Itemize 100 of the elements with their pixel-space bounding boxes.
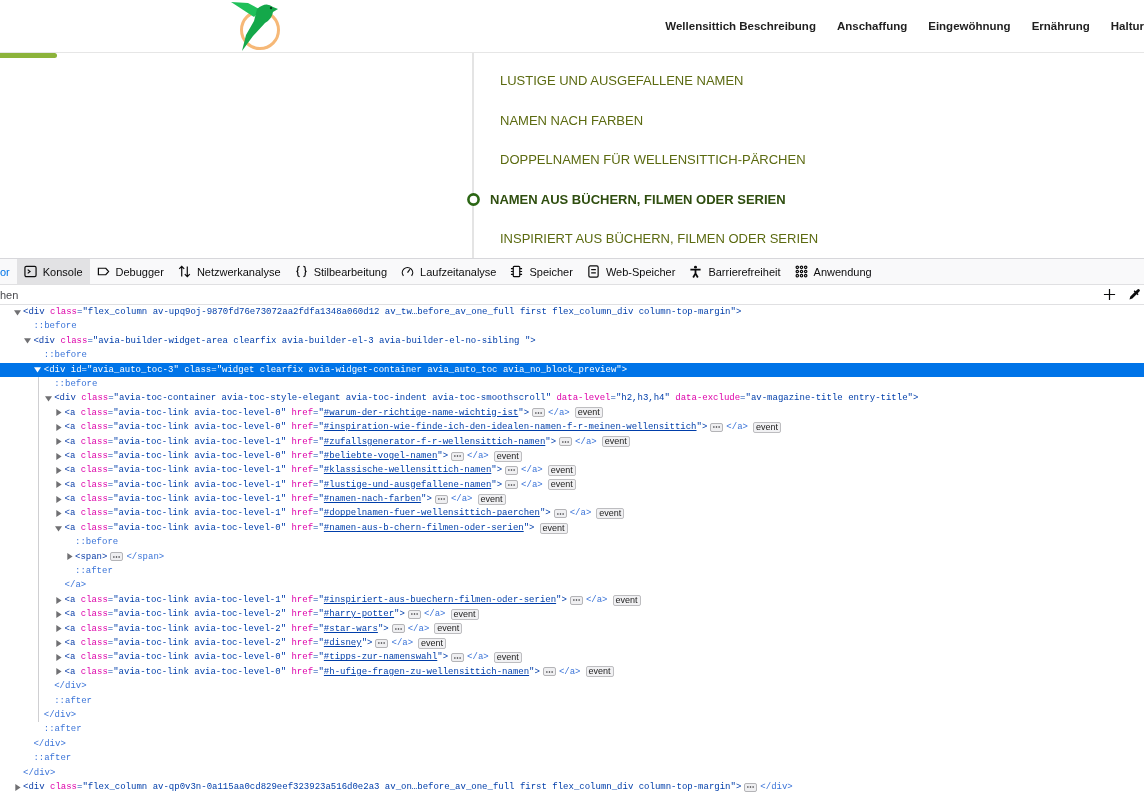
collapsed-content-button[interactable] xyxy=(532,408,546,418)
element-markup[interactable]: <a class="avia-toc-link avia-toc-level-0" href="#namen-aus-b-chern-filmen-oder-serien"> xyxy=(64,520,535,536)
toc-link[interactable]: NAMEN AUS BÜCHERN, FILMEN ODER SERIEN xyxy=(467,191,786,208)
collapsed-content-button[interactable] xyxy=(553,509,567,519)
href-link[interactable]: #namen-nach-farben xyxy=(323,492,422,507)
disclosure-triangle-icon[interactable] xyxy=(55,423,63,431)
href-link[interactable]: #beliebte-vogel-namen xyxy=(323,448,438,464)
element-markup[interactable]: <a class="avia-toc-link avia-toc-level-0" href="#beliebte-vogel-namen"> xyxy=(64,448,449,464)
pseudo-element-label[interactable]: ::after xyxy=(33,751,72,766)
search-field[interactable]: hen xyxy=(0,285,1091,304)
element-markup[interactable]: <a class="avia-toc-link avia-toc-level-2" href="#star-wars"> xyxy=(64,621,389,636)
href-link[interactable]: #star-wars xyxy=(323,621,378,636)
disclosure-triangle-icon[interactable] xyxy=(55,495,63,503)
disclosure-triangle-icon[interactable] xyxy=(55,596,63,604)
disclosure-triangle-icon[interactable] xyxy=(55,668,63,676)
disclosure-triangle-icon[interactable] xyxy=(55,524,63,532)
collapsed-content-button[interactable] xyxy=(710,422,724,432)
collapsed-content-button[interactable] xyxy=(407,609,421,619)
disclosure-triangle-icon[interactable] xyxy=(55,467,63,474)
element-markup[interactable]: <a class="avia-toc-link avia-toc-level-0" href="#warum-der-richtige-name-wichtig-ist"> xyxy=(64,405,530,421)
disclosure-triangle-icon[interactable] xyxy=(13,308,21,316)
pseudo-element-label[interactable]: ::before xyxy=(54,376,98,392)
collapsed-content-button[interactable] xyxy=(542,667,556,677)
event-badge[interactable]: event xyxy=(585,666,614,678)
element-markup[interactable]: <a class="avia-toc-link avia-toc-level-1" href="#lustige-und-ausgefallene-namen"> xyxy=(64,477,503,493)
collapsed-content-button[interactable] xyxy=(559,437,573,447)
event-badge[interactable]: event xyxy=(477,493,506,505)
devtools-tab[interactable]: Debugger xyxy=(89,259,171,284)
href-link[interactable]: #tipps-zur-namenswahl xyxy=(323,650,438,665)
element-markup[interactable]: <a class="avia-toc-link avia-toc-level-0" href="#h-ufige-fragen-zu-wellensittich-namen"> xyxy=(64,664,540,680)
element-markup[interactable]: <div class="flex_column av-upq9oj-9870fd76e73072aa2fdfa1348a060d12 av_tw…before_av_one_full first flex_column_div column-top-margin"> xyxy=(23,305,742,320)
href-link[interactable]: #inspiriert-aus-buechern-filmen-oder-serien xyxy=(323,592,557,608)
collapsed-content-button[interactable] xyxy=(505,480,519,490)
disclosure-triangle-icon[interactable] xyxy=(65,553,73,561)
disclosure-triangle-icon[interactable] xyxy=(55,481,63,489)
disclosure-triangle-icon[interactable] xyxy=(55,452,63,460)
event-badge[interactable]: event xyxy=(493,652,522,664)
disclosure-triangle-icon[interactable] xyxy=(13,783,21,791)
pseudo-element-label[interactable]: ::before xyxy=(33,319,77,334)
element-markup[interactable]: <div class="avia-toc-container avia-toc-style-elegant avia-toc-indent avia-toc-smoothscroll" data-level="h2,h3,h4" data-exclude="av-magazine-title entry-title"> xyxy=(54,391,919,406)
disclosure-triangle-icon[interactable] xyxy=(55,654,63,662)
collapsed-content-button[interactable] xyxy=(391,624,405,634)
href-link[interactable]: #inspiration-wie-finde-ich-den-idealen-namen-f-r-meinen-wellensittich xyxy=(323,420,697,435)
collapsed-content-button[interactable] xyxy=(451,451,465,461)
devtools-tab[interactable]: Anwendung xyxy=(787,259,879,284)
pseudo-element-label[interactable]: ::before xyxy=(43,348,87,363)
nav-link[interactable]: Eingewöhnung xyxy=(928,20,1011,32)
devtools-tab[interactable]: Laufzeitanalyse xyxy=(394,259,504,284)
collapsed-content-button[interactable] xyxy=(744,782,758,792)
nav-link[interactable]: Anschaffung xyxy=(836,20,908,32)
event-badge[interactable]: event xyxy=(547,465,576,476)
toc-link[interactable]: DOPPELNAMEN FÜR WELLENSITTICH-PÄRCHEN xyxy=(500,152,806,168)
collapsed-content-button[interactable] xyxy=(451,653,465,663)
element-markup[interactable]: <a class="avia-toc-link avia-toc-level-1" href="#inspiriert-aus-buechern-filmen-oder-serien"> xyxy=(64,592,567,608)
disclosure-triangle-icon[interactable] xyxy=(55,639,63,647)
element-markup[interactable]: <div id="avia_auto_toc-3" class="widget clearfix avia-widget-container avia_auto_toc avia_no_block_preview"> xyxy=(43,362,628,377)
href-link[interactable]: #zufallsgenerator-f-r-wellensittich-namen xyxy=(323,434,546,449)
eyedropper-button[interactable] xyxy=(1128,288,1141,301)
pseudo-element-label[interactable]: ::after xyxy=(75,564,113,579)
nav-link[interactable]: Haltur xyxy=(1110,20,1144,32)
collapsed-content-button[interactable] xyxy=(569,595,583,605)
href-link[interactable]: #h-ufige-fragen-zu-wellensittich-namen xyxy=(323,664,530,680)
event-badge[interactable]: event xyxy=(493,450,522,462)
pseudo-element-label[interactable]: ::before xyxy=(75,535,119,550)
devtools-tab[interactable]: or xyxy=(0,259,17,284)
toc-link[interactable]: LUSTIGE UND AUSGEFALLENE NAMEN xyxy=(500,73,744,89)
disclosure-triangle-icon[interactable] xyxy=(55,438,63,446)
element-markup[interactable]: <a class="avia-toc-link avia-toc-level-1" href="#doppelnamen-fuer-wellensittich-paerchen"> xyxy=(64,506,551,521)
href-link[interactable]: #harry-potter xyxy=(323,607,395,622)
href-link[interactable]: #lustige-und-ausgefallene-namen xyxy=(323,477,492,493)
event-badge[interactable]: event xyxy=(450,608,479,620)
collapsed-content-button[interactable] xyxy=(110,552,124,562)
disclosure-triangle-icon[interactable] xyxy=(55,510,63,518)
collapsed-content-button[interactable] xyxy=(505,466,519,475)
pseudo-element-label[interactable]: ::after xyxy=(54,693,92,708)
disclosure-triangle-icon[interactable] xyxy=(23,337,31,345)
toc-link[interactable]: INSPIRIERT AUS BÜCHERN, FILMEN ODER SERIEN xyxy=(500,231,819,247)
element-markup[interactable]: <a class="avia-toc-link avia-toc-level-2" href="#harry-potter"> xyxy=(64,607,405,622)
element-markup[interactable]: <div class="flex_column av-qp0v3n-0a115aa0cd829eef323923a516d0e2a3 av_on…before_av_one_full first flex_column_div column-top-margin"> xyxy=(23,779,742,795)
nav-link[interactable]: Ernährung xyxy=(1031,20,1090,32)
event-badge[interactable]: event xyxy=(612,594,641,606)
disclosure-triangle-icon[interactable] xyxy=(55,610,63,618)
href-link[interactable]: #disney xyxy=(323,636,362,651)
disclosure-triangle-icon[interactable] xyxy=(44,395,52,403)
disclosure-triangle-icon[interactable] xyxy=(55,625,63,633)
element-markup[interactable]: <span> xyxy=(75,549,108,565)
devtools-tab[interactable]: Stilbearbeitung xyxy=(287,259,395,284)
element-markup[interactable]: <a class="avia-toc-link avia-toc-level-1" href="#zufallsgenerator-f-r-wellensittich-namen"> xyxy=(64,434,557,449)
devtools-tab[interactable]: Speicher xyxy=(503,259,580,284)
href-link[interactable]: #namen-aus-b-chern-filmen-oder-serien xyxy=(323,520,524,536)
devtools-tab[interactable]: Netzwerkanalyse xyxy=(170,259,288,284)
event-badge[interactable]: event xyxy=(752,421,781,433)
pseudo-element-label[interactable]: ::after xyxy=(43,722,82,737)
href-link[interactable]: #klassische-wellensittich-namen xyxy=(323,463,492,478)
href-link[interactable]: #warum-der-richtige-name-wichtig-ist xyxy=(323,405,519,421)
disclosure-triangle-icon[interactable] xyxy=(34,366,42,374)
element-markup[interactable]: <div class="avia-builder-widget-area clearfix avia-builder-el-3 avia-builder-el-no-sibling "> xyxy=(33,333,536,349)
event-badge[interactable]: event xyxy=(434,623,463,635)
event-badge[interactable]: event xyxy=(596,508,625,520)
event-badge[interactable]: event xyxy=(418,637,447,649)
